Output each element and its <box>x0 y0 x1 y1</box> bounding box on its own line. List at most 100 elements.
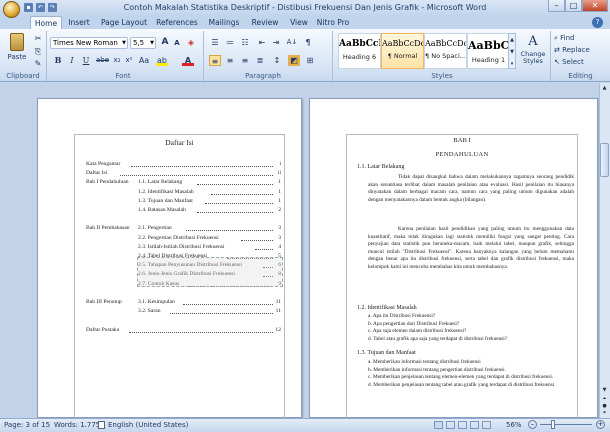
decrease-indent-icon[interactable]: ⇤ <box>256 37 268 48</box>
change-case-icon[interactable]: Aa <box>138 55 150 66</box>
toc-row[interactable]: Bab III Penutup 3.1. Kesimpulan 11 <box>86 299 281 308</box>
zoom-slider-thumb[interactable] <box>551 420 556 429</box>
italic-icon[interactable]: I <box>66 55 78 66</box>
align-right-icon[interactable]: ≡ <box>239 55 251 66</box>
bullets-icon[interactable]: ☰ <box>209 37 221 48</box>
sort-icon[interactable]: A↓ <box>286 37 298 48</box>
next-page-icon[interactable]: ⏷ <box>600 410 609 417</box>
superscript-icon[interactable]: x² <box>123 55 135 66</box>
bold-icon[interactable]: B <box>52 55 64 66</box>
highlight-icon[interactable]: ab <box>156 55 168 66</box>
list-item: d. Memberikan penjelasan tentang tabel a… <box>368 381 555 388</box>
full-screen-reading-icon[interactable] <box>446 421 455 429</box>
toc-row[interactable]: Daftar Pustaka 12 <box>86 327 281 336</box>
toc-leader <box>197 210 273 213</box>
increase-indent-icon[interactable]: ⇥ <box>270 37 282 48</box>
tab-insert[interactable]: Insert <box>64 16 94 29</box>
line-spacing-icon[interactable]: ↕ <box>271 55 283 66</box>
toc-row[interactable] <box>86 290 281 299</box>
zoom-out-icon[interactable]: – <box>528 420 537 429</box>
vertical-scrollbar[interactable] <box>599 83 610 418</box>
close-button[interactable]: ✕ <box>582 0 608 12</box>
justify-icon[interactable]: ≣ <box>254 55 266 66</box>
toc-row[interactable]: Bab I Pendahuluan 1.1. Latar Belakang 1 <box>86 179 281 188</box>
toc-row[interactable]: 3.2. Saran 11 <box>86 308 281 317</box>
help-icon[interactable]: ? <box>592 17 603 28</box>
office-button[interactable] <box>3 1 20 18</box>
align-left-icon[interactable]: ≡ <box>209 55 221 66</box>
toc-leader <box>169 311 273 315</box>
proofing-icon[interactable] <box>98 421 105 429</box>
toc-row[interactable]: Daftar Isi ii <box>86 170 281 179</box>
align-center-icon[interactable]: ≡ <box>224 55 236 66</box>
toc-row[interactable]: 1.2. Identifikasi Masalah 1 <box>86 189 281 198</box>
strikethrough-icon[interactable]: abe <box>96 55 109 66</box>
styles-scroll[interactable]: ▲ ▼ ▾ <box>508 33 516 69</box>
page-count[interactable]: Page: 3 of 15 <box>4 418 50 432</box>
draft-view-icon[interactable] <box>482 421 491 429</box>
outline-view-icon[interactable] <box>470 421 479 429</box>
prev-page-icon[interactable]: ⏶ <box>600 396 609 403</box>
underline-icon[interactable]: U <box>80 55 92 66</box>
tab-references[interactable]: References <box>154 16 200 29</box>
toc-row[interactable] <box>86 216 281 225</box>
subscript-icon[interactable]: x₂ <box>111 55 123 66</box>
shading-icon[interactable]: ◩ <box>288 55 300 66</box>
replace-button[interactable]: ⇄ Replace <box>554 46 590 54</box>
scroll-down-icon[interactable]: ▼ <box>600 386 609 395</box>
maximize-button[interactable]: □ <box>565 0 582 12</box>
language-status[interactable]: English (United States) <box>108 418 188 432</box>
grow-font-icon[interactable]: A <box>159 37 171 48</box>
save-icon[interactable]: ▪ <box>24 3 33 12</box>
style-normal[interactable]: AaBbCcDc ¶ Normal <box>381 33 424 69</box>
toc-row[interactable]: 1.3. Tujuan dan Manfaat 1 <box>86 198 281 207</box>
font-color-icon[interactable]: A <box>182 55 194 66</box>
tab-nitro-pro[interactable]: Nitro Pro <box>314 16 352 29</box>
cut-icon[interactable]: ✂ <box>32 33 44 44</box>
tab-page-layout[interactable]: Page Layout <box>98 16 150 29</box>
toc-title: 1.2. Identifikasi Masalah <box>138 188 194 195</box>
style-no-spacing[interactable]: AaBbCcDc ¶ No Spaci... <box>424 33 467 69</box>
zoom-slider[interactable] <box>540 424 592 425</box>
font-name-select[interactable]: Times New Roman ▼ <box>50 37 128 49</box>
tab-mailings[interactable]: Mailings <box>204 16 244 29</box>
word-count[interactable]: Words: 1.775 <box>54 418 100 432</box>
undo-icon[interactable]: ↶ <box>36 3 45 12</box>
tab-view[interactable]: View <box>286 16 312 29</box>
find-button[interactable]: ⌕ Find <box>554 34 575 43</box>
borders-icon[interactable]: ⊞ <box>304 55 316 66</box>
clear-format-icon[interactable]: ◈ <box>185 37 197 48</box>
paste-button[interactable]: Paste <box>6 33 28 69</box>
toc-row[interactable]: 2.3. Istilah-Istilah Distribusi Frekuens… <box>86 244 281 253</box>
scroll-up-icon[interactable]: ▲ <box>600 84 609 93</box>
multilevel-list-icon[interactable]: ☷ <box>239 37 251 48</box>
shrink-font-icon[interactable]: A <box>171 38 183 49</box>
select-button[interactable]: ↖ Select <box>554 58 584 66</box>
toc-row[interactable] <box>86 317 281 326</box>
redo-icon[interactable]: ↷ <box>48 3 57 12</box>
numbering-icon[interactable]: ≔ <box>224 37 236 48</box>
style-heading-1[interactable]: AaBbC Heading 1 <box>467 33 510 69</box>
copy-icon[interactable]: ⎘ <box>32 46 44 57</box>
bab-heading: BAB I <box>453 137 471 144</box>
zoom-in-icon[interactable]: + <box>596 420 605 429</box>
tab-home[interactable]: Home <box>30 16 62 29</box>
minimize-button[interactable]: – <box>548 0 565 12</box>
font-size-select[interactable]: 5,5 ▼ <box>130 37 156 49</box>
select-browse-icon[interactable]: ● <box>600 403 609 410</box>
scrollbar-thumb[interactable] <box>600 143 609 177</box>
toc-leader <box>120 173 273 177</box>
toc-row[interactable]: Kata Pengantar i <box>86 161 281 170</box>
zoom-level[interactable]: 56% <box>506 418 522 432</box>
tab-review[interactable]: Review <box>248 16 282 29</box>
show-formatting-icon[interactable]: ¶ <box>302 37 314 48</box>
web-layout-icon[interactable] <box>458 421 467 429</box>
format-painter-icon[interactable]: ✎ <box>32 58 44 69</box>
print-layout-icon[interactable] <box>434 421 443 429</box>
style-heading-6[interactable]: AaBbCcI Heading 6 <box>338 33 381 69</box>
change-styles-button[interactable]: A Change Styles <box>518 33 548 69</box>
select-icon: ↖ <box>554 58 563 66</box>
toc-row[interactable]: 2.2. Pengertian Distribusi Frekuensi 3 <box>86 235 281 244</box>
toc-row[interactable]: Bab II Pembahasan 2.1. Pengertian 3 <box>86 225 281 234</box>
toc-row[interactable]: 1.4. Batasan Masalah 2 <box>86 207 281 216</box>
